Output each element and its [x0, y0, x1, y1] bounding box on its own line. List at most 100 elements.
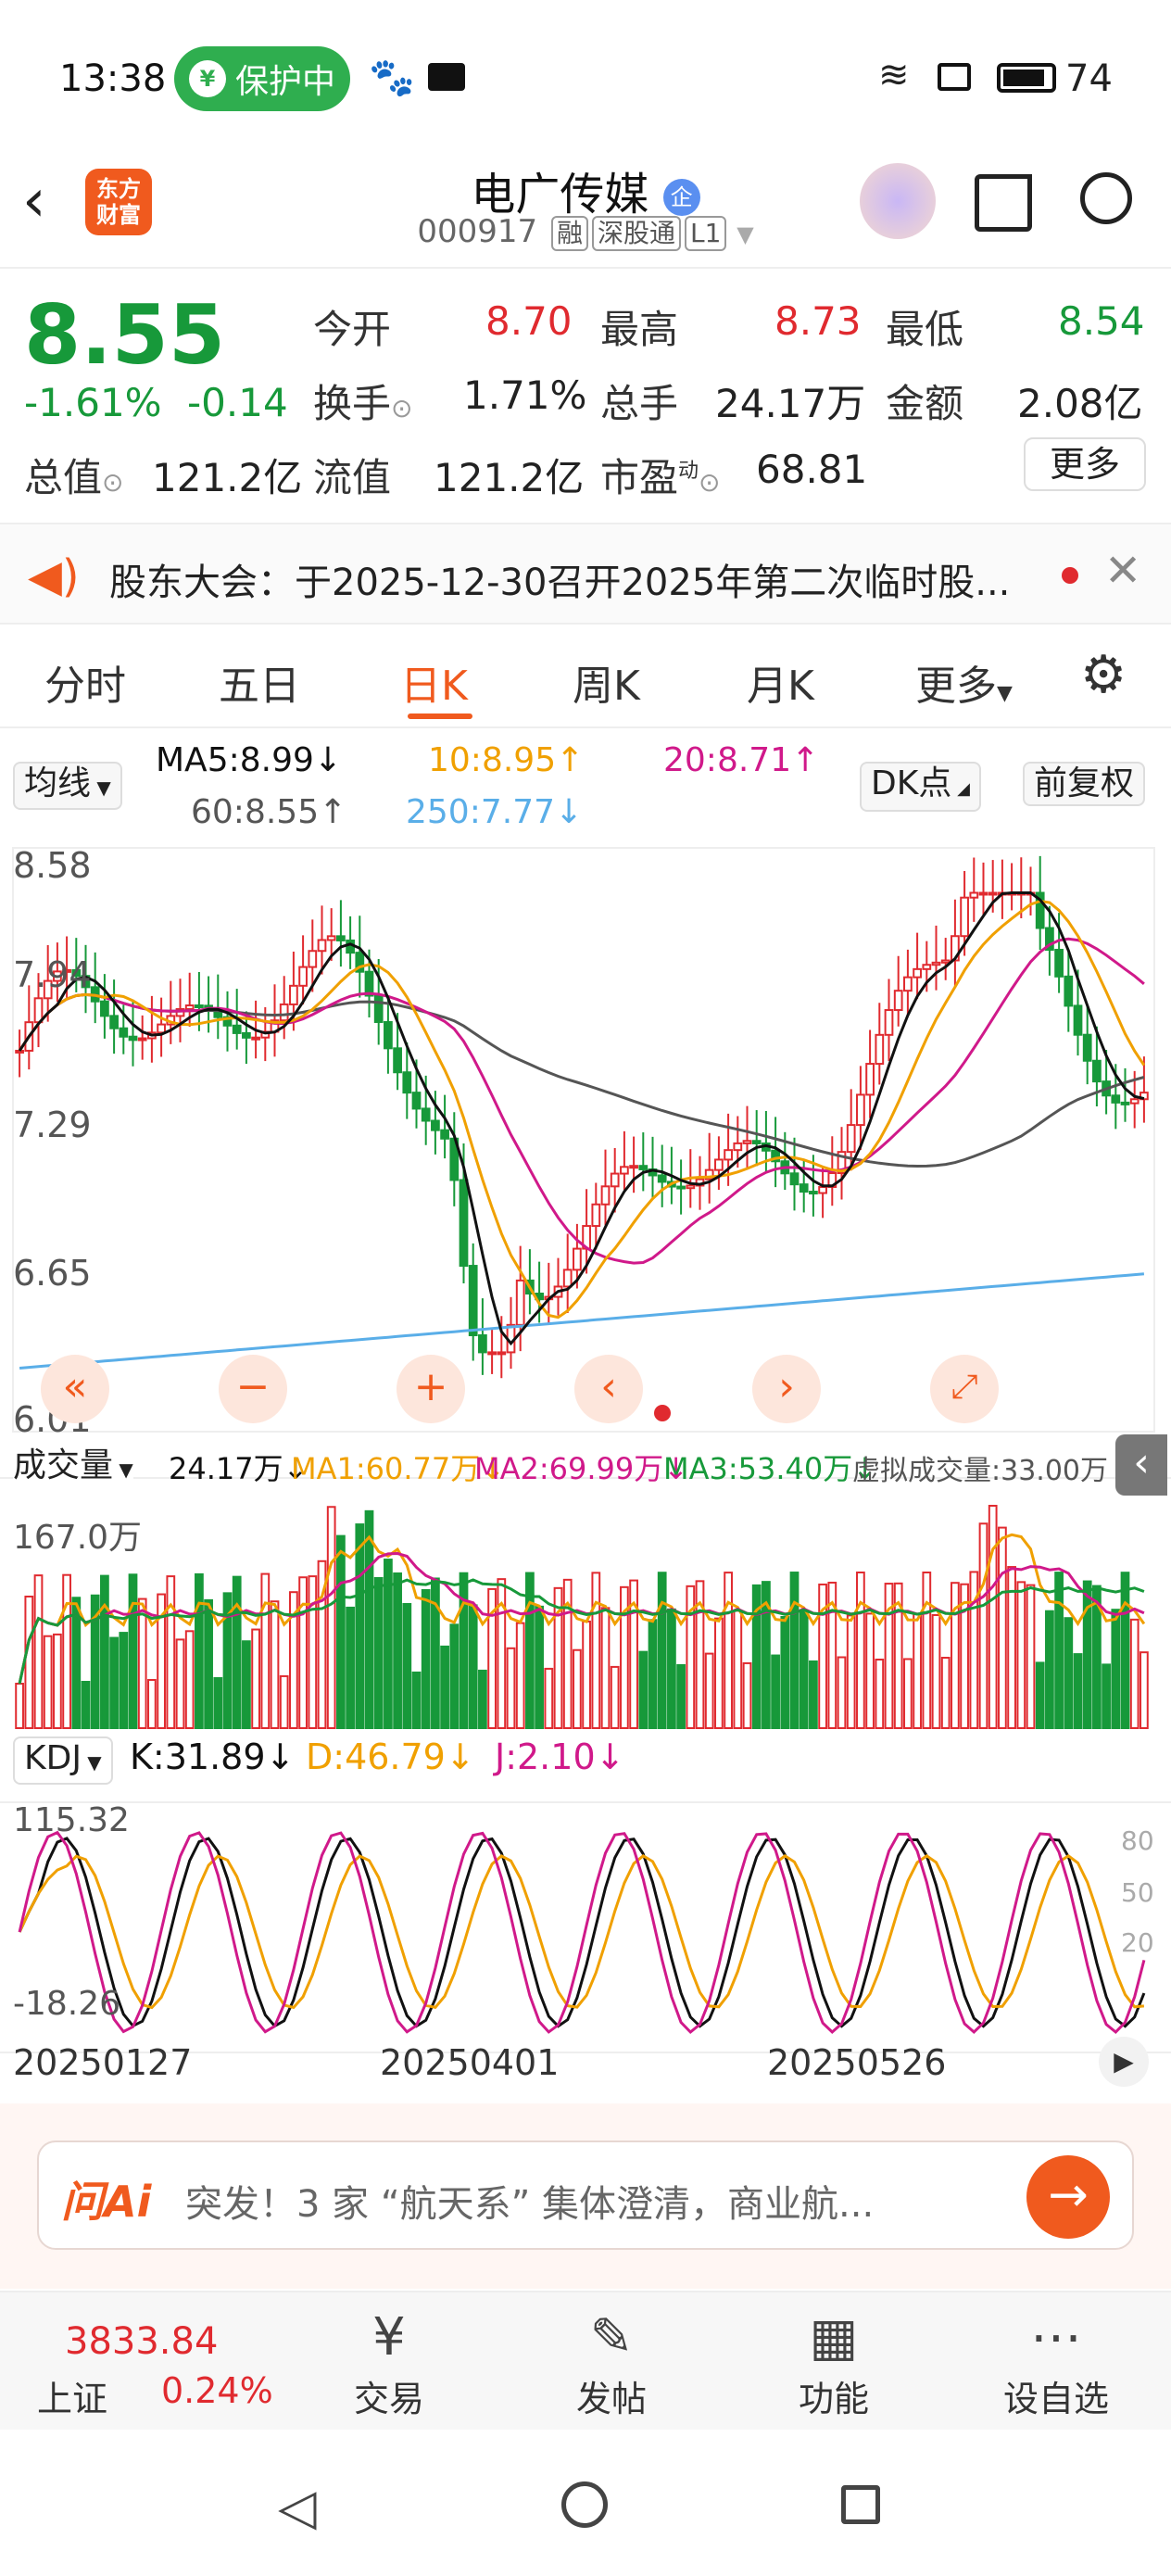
- tab-weekly-k[interactable]: 周K: [573, 652, 640, 712]
- candlestick-series: [15, 855, 1149, 1379]
- adjust-selector[interactable]: 前复权: [1023, 762, 1146, 806]
- system-home-icon[interactable]: [561, 2481, 608, 2528]
- nav-label: 功能: [798, 2379, 869, 2419]
- candle: [856, 1093, 865, 1127]
- volume-bar: [704, 1652, 714, 1730]
- tag-connect: 深股通: [591, 216, 681, 251]
- zoom-in-icon[interactable]: +: [397, 1355, 465, 1423]
- more-button[interactable]: 更多: [1024, 437, 1146, 491]
- ma20-label: 20:8.71↑: [663, 741, 820, 779]
- candle: [1073, 1004, 1083, 1036]
- volume-bar: [1054, 1572, 1064, 1729]
- ai-news-box[interactable]: 问Ai 突发！3 家 “航天系” 集体澄清，商业航... →: [37, 2140, 1134, 2250]
- candle: [440, 1129, 449, 1140]
- open-value: 8.70: [485, 298, 573, 344]
- next-icon[interactable]: ›: [752, 1355, 821, 1423]
- low-label: 最低: [886, 307, 964, 352]
- candle: [960, 896, 969, 938]
- candle: [600, 1185, 611, 1206]
- kdj-selector[interactable]: KDJ ▼: [13, 1736, 113, 1785]
- zoom-out-icon[interactable]: −: [219, 1355, 287, 1423]
- candle: [1064, 975, 1074, 1007]
- index-name[interactable]: 上证: [37, 2370, 107, 2421]
- tab-more[interactable]: 更多▼: [915, 652, 1013, 712]
- kdj-j-label: J:2.10↓: [495, 1736, 625, 1777]
- volume-bar: [1064, 1617, 1074, 1730]
- system-recent-icon[interactable]: [841, 2485, 880, 2524]
- dropdown-icon: ▼: [737, 221, 754, 247]
- virtual-volume-label: 虚拟成交量:33.00万: [852, 1455, 1108, 1487]
- ai-robot-icon[interactable]: [860, 163, 936, 239]
- kdj-level-label: 50: [1121, 1877, 1154, 1908]
- volume-bar: [213, 1676, 223, 1730]
- candle: [109, 1015, 119, 1029]
- share-icon[interactable]: [975, 174, 1032, 232]
- enterprise-badge: 企: [662, 179, 700, 216]
- tab-intraday[interactable]: 分时: [44, 652, 126, 712]
- kdj-level-label: 80: [1121, 1825, 1154, 1856]
- candle: [988, 891, 998, 896]
- system-back-icon[interactable]: ◁: [278, 2478, 317, 2536]
- candle: [591, 1203, 601, 1228]
- candle: [809, 1191, 818, 1195]
- amount-label: 金额: [886, 381, 964, 426]
- nav-functions[interactable]: ▦ 功能: [760, 2305, 908, 2421]
- volume-bar: [109, 1636, 119, 1729]
- volume-bar: [393, 1572, 402, 1729]
- candle: [137, 1037, 147, 1042]
- volume-bar: [336, 1534, 346, 1729]
- indicator-selector[interactable]: 均线 ▼: [13, 762, 122, 810]
- search-icon[interactable]: [1080, 172, 1132, 224]
- prev-icon[interactable]: ‹: [574, 1355, 643, 1423]
- candle: [184, 1004, 195, 1011]
- kdj-min-label: -18.26: [13, 1985, 121, 2023]
- candle: [903, 976, 913, 992]
- fast-back-icon[interactable]: «: [41, 1355, 109, 1423]
- volume-bar: [951, 1582, 960, 1730]
- settings-gear-icon[interactable]: ⚙: [1080, 645, 1127, 705]
- volume-bar: [714, 1617, 724, 1729]
- volume-bar: [922, 1572, 932, 1730]
- change-value: -0.14: [187, 380, 288, 425]
- candle: [799, 1183, 809, 1193]
- tab-five-day[interactable]: 五日: [219, 652, 300, 712]
- volume-bar: [1045, 1610, 1054, 1729]
- nav-watchlist[interactable]: ⋯ 设自选: [982, 2305, 1130, 2421]
- nav-trade[interactable]: ¥ 交易: [315, 2305, 463, 2421]
- wifi-icon: ≋: [878, 54, 910, 96]
- notice-bar[interactable]: ◀) 股东大会：于2025-12-30召开2025年第二次临时股... ✕: [0, 523, 1171, 625]
- arrow-right-icon[interactable]: →: [1026, 2155, 1110, 2239]
- shield-icon: ¥: [189, 60, 226, 97]
- candle: [421, 1107, 431, 1122]
- dk-point-selector[interactable]: DK点 ◢: [860, 762, 981, 812]
- ai-prompt-section: 问Ai 突发！3 家 “航天系” 集体澄清，商业航... →: [0, 2103, 1171, 2289]
- fullscreen-icon[interactable]: ⤢: [930, 1355, 999, 1423]
- nav-post[interactable]: ✎ 发帖: [537, 2305, 686, 2421]
- candle: [620, 1166, 629, 1175]
- nav-label: 设自选: [1002, 2379, 1109, 2419]
- volume-bar: [298, 1576, 308, 1729]
- quote-panel: 8.55 -1.61% -0.14 今开 8.70 最高 8.73 最低 8.5…: [0, 271, 1171, 521]
- candle: [402, 1071, 412, 1094]
- kdj-d-label: D:46.79↓: [306, 1736, 475, 1777]
- ma60-line: [18, 992, 1145, 1168]
- candle: [497, 1351, 507, 1356]
- candle: [232, 1024, 242, 1034]
- close-icon[interactable]: ✕: [1104, 545, 1141, 597]
- volume-bar: [478, 1669, 487, 1730]
- kdj-k-label: K:31.89↓: [130, 1736, 296, 1777]
- candle: [940, 959, 951, 964]
- candle: [431, 1119, 440, 1131]
- tab-daily-k[interactable]: 日K: [400, 652, 468, 712]
- candle: [686, 1184, 696, 1190]
- candle: [317, 939, 327, 953]
- candle: [468, 1265, 478, 1337]
- high-label: 最高: [600, 307, 679, 352]
- volume-bar: [364, 1509, 374, 1730]
- candle: [308, 950, 318, 968]
- volume-selector[interactable]: 成交量 ▼: [13, 1446, 133, 1490]
- scroll-right-icon[interactable]: ▶: [1099, 2037, 1149, 2087]
- collapse-panel-icon[interactable]: ‹: [1115, 1434, 1167, 1496]
- tab-monthly-k[interactable]: 月K: [747, 652, 814, 712]
- volume-bar: [242, 1640, 251, 1729]
